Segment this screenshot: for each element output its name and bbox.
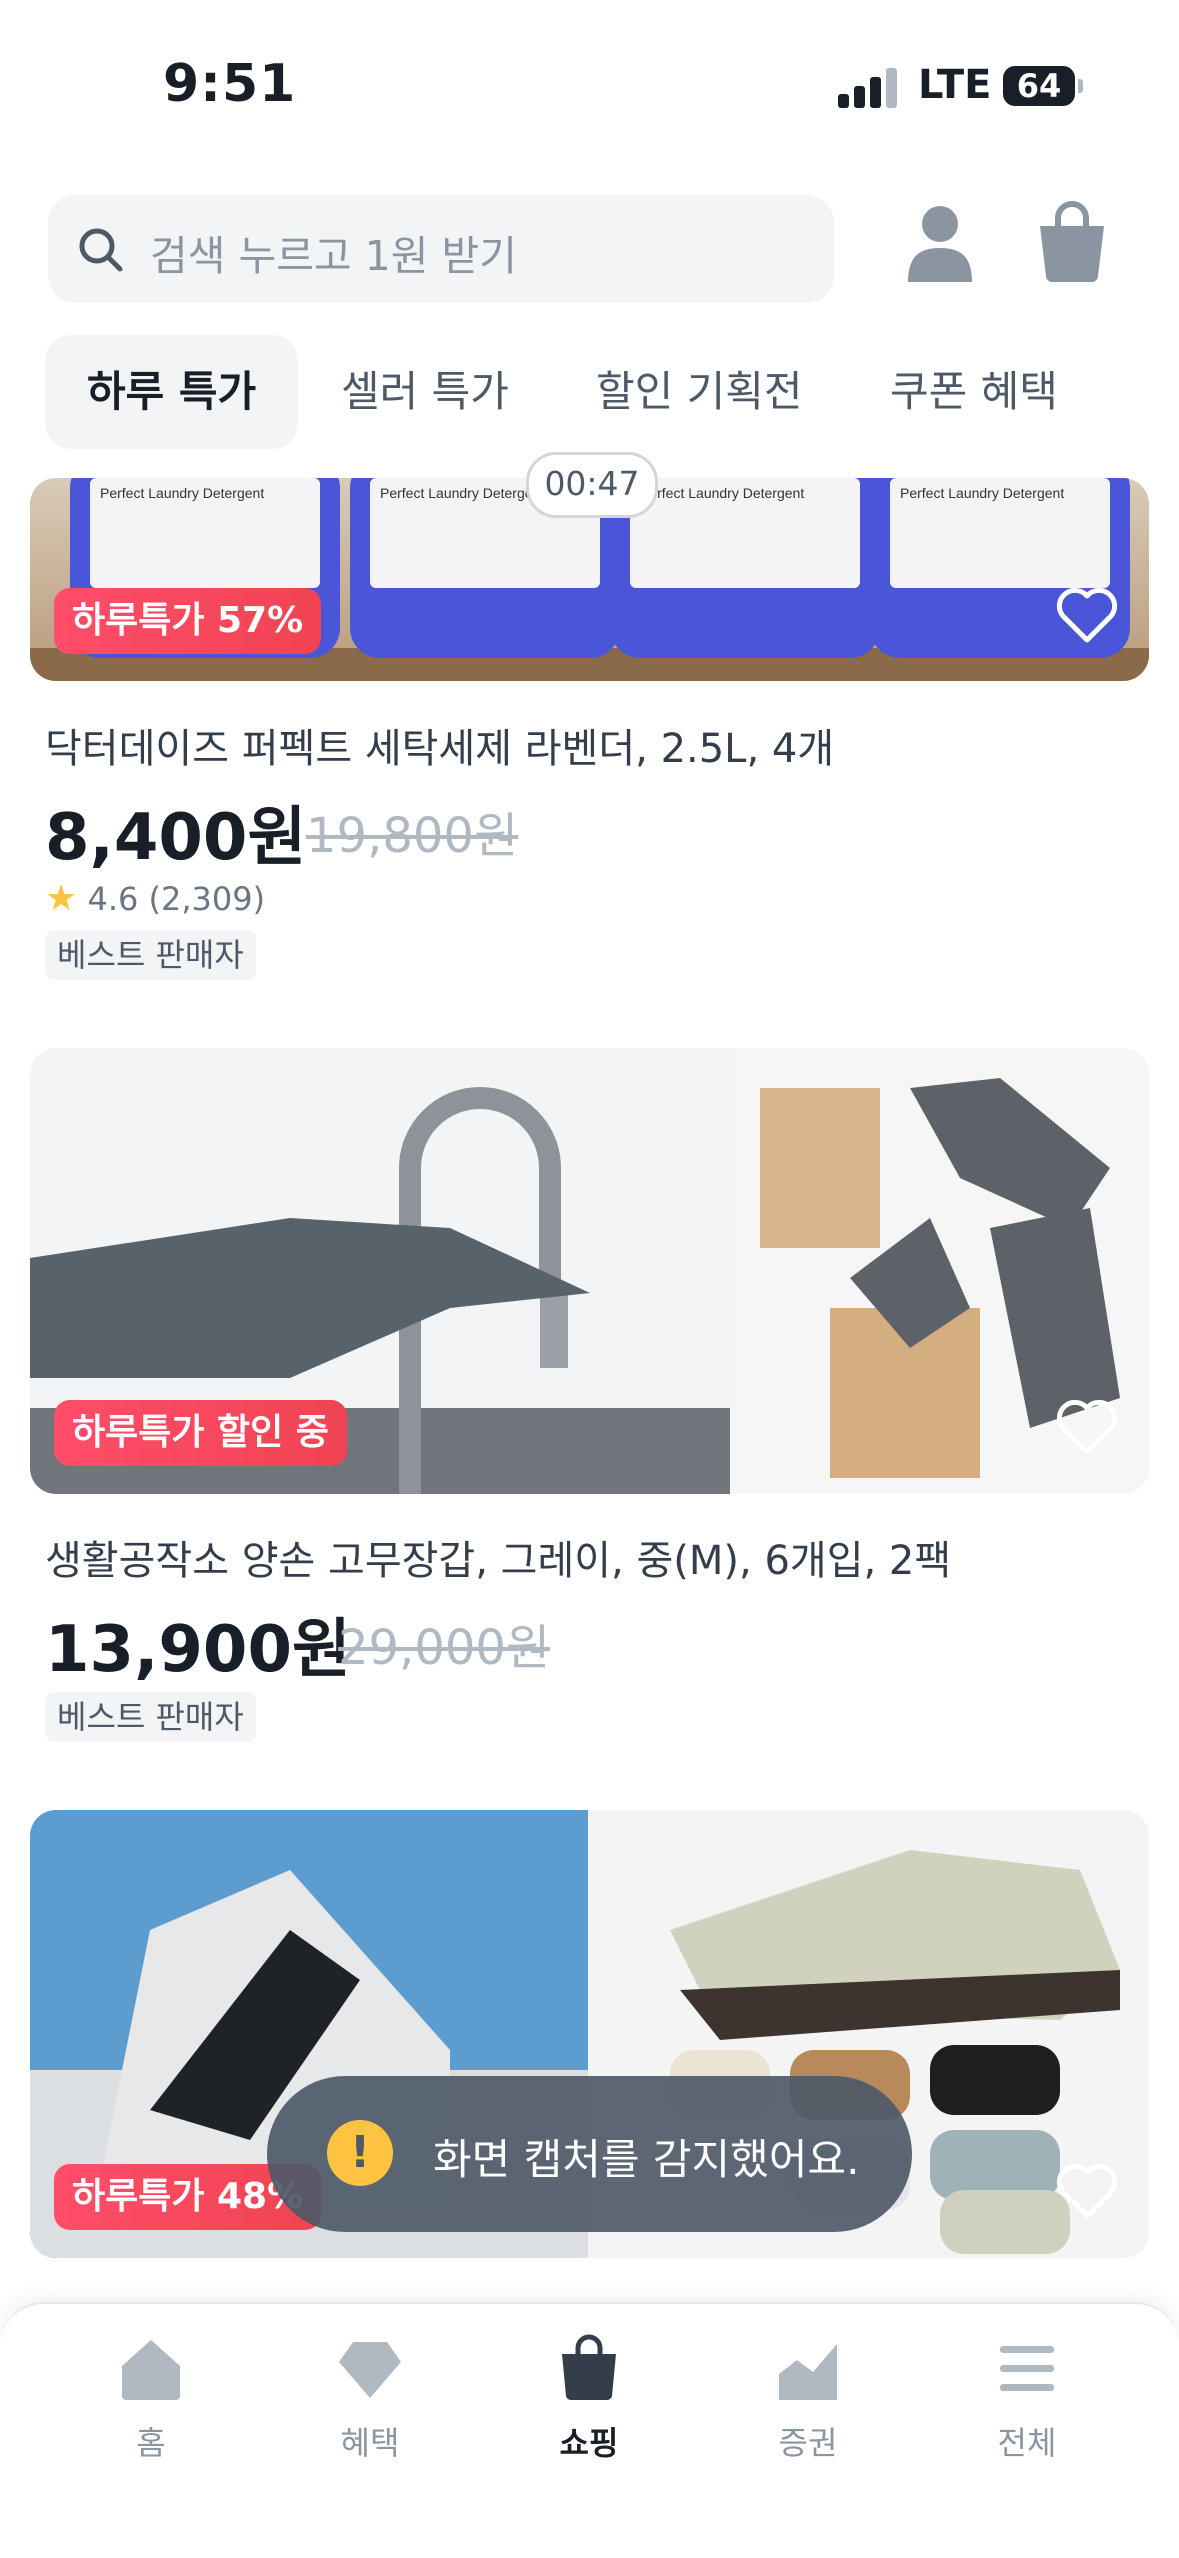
product-price: 8,400원: [45, 801, 307, 875]
bottom-navigation: 홈 혜택 쇼핑 증권 전체: [0, 2302, 1179, 2558]
bottle-label: Perfect Laundry Detergent: [380, 485, 544, 501]
deal-badge: 하루특가 할인 중: [54, 1400, 347, 1466]
nav-stocks[interactable]: 증권: [728, 2334, 888, 2484]
shopping-bag-icon[interactable]: [1036, 200, 1108, 282]
nav-home[interactable]: 홈: [71, 2334, 231, 2484]
product-image[interactable]: 하루특가 할인 중: [30, 1048, 1149, 1494]
star-icon: ★: [45, 878, 78, 919]
seller-tag: 베스트 판매자: [45, 1692, 256, 1742]
nav-label: 홈: [136, 2424, 166, 2462]
deal-badge: 하루특가 57%: [54, 588, 322, 654]
shopping-bag-icon: [562, 2334, 616, 2401]
nav-all[interactable]: 전체: [947, 2334, 1107, 2484]
original-price: 29,000원: [338, 1620, 551, 1676]
rating-value: 4.6: [87, 880, 139, 918]
product-rating: ★ 4.6 (2,309): [45, 878, 265, 919]
product-name[interactable]: 생활공작소 양손 고무장갑, 그레이, 중(M), 6개입, 2팩: [45, 1528, 951, 1586]
user-icon[interactable]: [902, 202, 978, 282]
status-time: 9:51: [163, 54, 297, 114]
seller-tag: 베스트 판매자: [45, 930, 256, 980]
diamond-icon: [339, 2342, 401, 2398]
bottle-label: Perfect Laundry Detergent: [900, 485, 1064, 501]
nav-label: 전체: [997, 2424, 1057, 2462]
battery-icon: 64: [1003, 66, 1083, 106]
product-name[interactable]: 닥터데이즈 퍼펙트 세탁세제 라벤더, 2.5L, 4개: [45, 716, 834, 774]
deal-timer: 00:47: [526, 452, 658, 518]
nav-benefits[interactable]: 혜택: [290, 2334, 450, 2484]
tab-coupon-benefit[interactable]: 쿠폰 혜택: [890, 335, 1058, 449]
search-placeholder: 검색 누르고 1원 받기: [150, 232, 517, 280]
status-bar: 9:51 LTE 64: [0, 0, 1179, 170]
signal-icon: [838, 66, 898, 108]
home-icon: [122, 2340, 180, 2400]
tab-sale-event[interactable]: 할인 기획전: [596, 335, 803, 449]
nav-label: 쇼핑: [559, 2424, 619, 2462]
warning-icon: !: [327, 2120, 393, 2186]
nav-label: 증권: [778, 2424, 838, 2462]
toast-message: 화면 캡처를 감지했어요.: [433, 2135, 860, 2184]
search-input[interactable]: 검색 누르고 1원 받기: [48, 195, 834, 303]
chart-icon: [779, 2344, 837, 2400]
nav-shopping[interactable]: 쇼핑: [509, 2334, 669, 2484]
search-icon: [79, 228, 123, 272]
product-price: 13,900원: [45, 1613, 351, 1687]
heart-icon[interactable]: [1055, 586, 1119, 644]
bottle-label: Perfect Laundry Detergent: [640, 485, 804, 501]
screenshot-toast: ! 화면 캡처를 감지했어요.: [267, 2076, 912, 2232]
heart-icon[interactable]: [1055, 1398, 1119, 1456]
original-price: 19,800원: [306, 808, 519, 864]
tab-daily-deal[interactable]: 하루 특가: [45, 335, 299, 449]
heart-icon[interactable]: [1055, 2162, 1119, 2220]
tab-seller-deal[interactable]: 셀러 특가: [341, 335, 509, 449]
nav-label: 혜택: [340, 2424, 400, 2462]
review-count: (2,309): [148, 880, 266, 918]
network-type: LTE: [918, 62, 992, 108]
bottle-label: Perfect Laundry Detergent: [100, 485, 264, 501]
menu-icon: [1000, 2346, 1054, 2391]
